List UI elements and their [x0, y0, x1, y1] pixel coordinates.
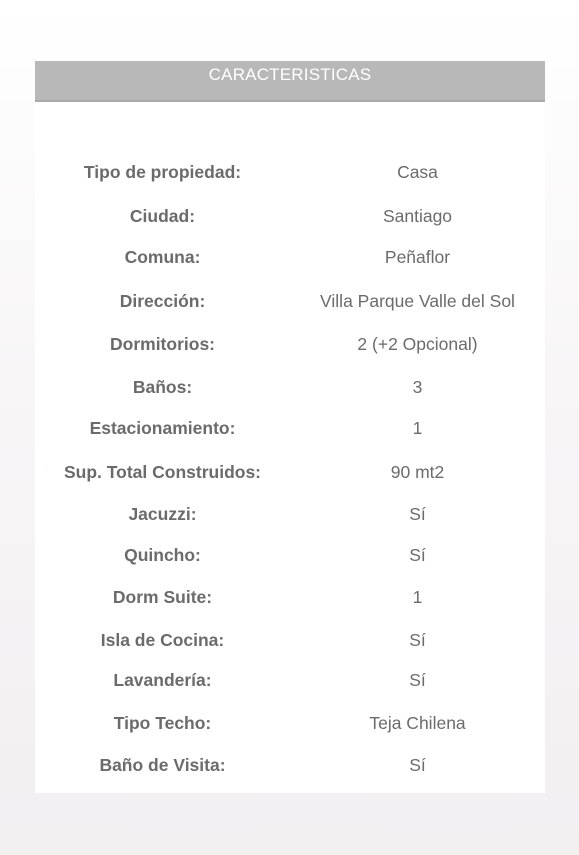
feature-value: Casa: [397, 162, 438, 182]
section-header: CARACTERISTICAS: [35, 61, 545, 102]
feature-label: Isla de Cocina:: [100, 630, 225, 650]
feature-label: Dormitorios:: [110, 334, 215, 354]
feature-value: Sí: [409, 630, 426, 650]
feature-label: Estacionamiento:: [89, 418, 236, 438]
feature-label: Dorm Suite:: [112, 587, 213, 607]
feature-value: Sí: [409, 755, 426, 775]
feature-label: Comuna:: [124, 247, 201, 267]
feature-label: Jacuzzi:: [128, 504, 197, 524]
feature-row-kitchen-island: Isla de Cocina: Sí: [35, 625, 545, 655]
feature-value: 1: [412, 418, 423, 438]
feature-row-suite: Dorm Suite: 1: [35, 582, 545, 612]
characteristics-card: CARACTERISTICAS Tipo de propiedad: Casa …: [35, 61, 545, 793]
feature-row-bedrooms: Dormitorios: 2 (+2 Opcional): [35, 329, 545, 359]
feature-row-parking: Estacionamiento: 1: [35, 413, 545, 443]
feature-label: Baño de Visita:: [99, 755, 226, 775]
feature-value: Sí: [409, 545, 426, 565]
feature-row-laundry: Lavandería: Sí: [35, 665, 545, 695]
feature-label: Quincho:: [124, 545, 201, 565]
feature-value: 3: [412, 377, 423, 397]
feature-label: Baños:: [132, 377, 193, 397]
feature-value: Sí: [409, 670, 426, 690]
feature-row-quincho: Quincho: Sí: [35, 540, 545, 570]
feature-label: Lavandería:: [113, 670, 212, 690]
feature-value: 2 (+2 Opcional): [357, 334, 478, 354]
feature-row-property-type: Tipo de propiedad: Casa: [35, 157, 545, 187]
feature-value: Peñaflor: [384, 247, 451, 267]
feature-value: Teja Chilena: [369, 713, 466, 733]
feature-value: 1: [412, 587, 423, 607]
feature-row-commune: Comuna: Peñaflor: [35, 242, 545, 272]
feature-row-built-area: Sup. Total Construidos: 90 mt2: [35, 457, 545, 487]
feature-row-city: Ciudad: Santiago: [35, 201, 545, 231]
feature-value: 90 mt2: [390, 462, 445, 482]
feature-label: Ciudad:: [129, 206, 196, 226]
feature-label: Tipo de propiedad:: [83, 162, 242, 182]
feature-label: Sup. Total Construidos:: [63, 462, 262, 482]
feature-value: Villa Parque Valle del Sol: [320, 291, 515, 311]
feature-row-bathrooms: Baños: 3: [35, 372, 545, 402]
feature-value: Santiago: [382, 206, 453, 226]
feature-label: Dirección:: [119, 291, 206, 311]
feature-row-jacuzzi: Jacuzzi: Sí: [35, 499, 545, 529]
feature-row-address: Dirección: Villa Parque Valle del Sol: [35, 286, 545, 316]
feature-label: Tipo Techo:: [113, 713, 212, 733]
feature-value: Sí: [409, 504, 426, 524]
feature-row-guest-bathroom: Baño de Visita: Sí: [35, 750, 545, 780]
feature-row-roof-type: Tipo Techo: Teja Chilena: [35, 708, 545, 738]
